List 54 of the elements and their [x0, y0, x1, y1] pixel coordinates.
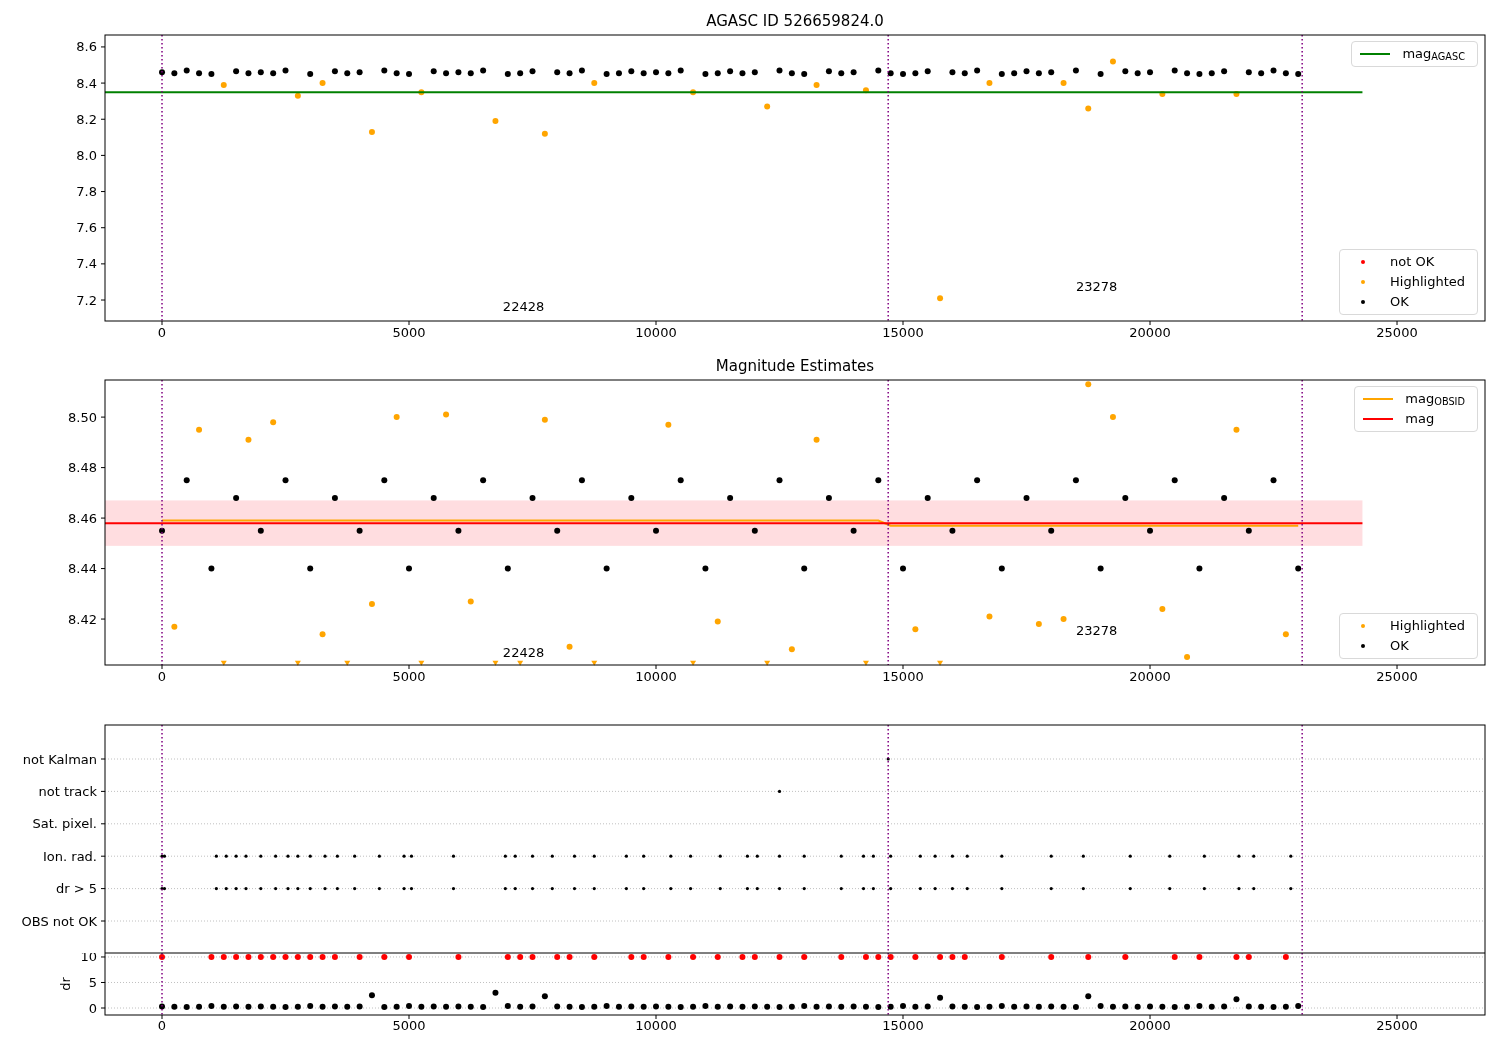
annotation-label: 22428 — [502, 298, 545, 314]
legend-label: not OK — [1390, 253, 1436, 271]
y-tick-label: 8.50 — [68, 409, 97, 425]
y-tick-label: 7.8 — [76, 184, 97, 200]
legend-label: Highlighted — [1390, 617, 1466, 635]
legend-label: mag$_{AGASC}$ — [1402, 45, 1466, 63]
row-label: Sat. pixel. — [32, 816, 97, 832]
x-tick-label: 15000 — [882, 669, 924, 684]
y-tick-label: 7.4 — [76, 256, 97, 272]
annotation-label: 23278 — [1075, 279, 1118, 294]
legend-label: mag$_{OBSID}$ — [1405, 390, 1466, 408]
legend-label: Highlighted — [1390, 273, 1466, 291]
y-tick-label: 8.48 — [68, 460, 97, 476]
row-label: not Kalman — [22, 751, 97, 767]
x-tick-label: 10000 — [635, 669, 677, 684]
y-tick-label: 8.42 — [68, 611, 97, 627]
chart-title: AGASC ID 526659824.0 — [706, 12, 884, 30]
x-tick-label: 15000 — [882, 325, 924, 340]
y-tick-label: 0 — [88, 1000, 97, 1016]
x-tick-label: 25000 — [1376, 325, 1418, 340]
x-tick-label: 20000 — [1129, 325, 1171, 340]
x-tick-label: 0 — [157, 1018, 167, 1033]
legend-label: OK — [1390, 637, 1410, 655]
row-label: OBS not OK — [21, 913, 97, 929]
row-label: dr > 5 — [55, 881, 97, 897]
legend-label: mag — [1405, 410, 1436, 428]
x-tick-label: 0 — [157, 669, 167, 684]
x-tick-label: 5000 — [392, 669, 426, 684]
y-tick-label: 8.0 — [76, 147, 97, 163]
x-tick-label: 20000 — [1129, 1018, 1171, 1033]
x-tick-label: 10000 — [635, 325, 677, 340]
legend-label: OK — [1390, 293, 1410, 311]
annotation-label: 23278 — [1075, 623, 1118, 639]
row-label: not track — [38, 783, 97, 799]
x-tick-label: 10000 — [635, 1018, 677, 1033]
y-axis-label: dr — [58, 977, 73, 991]
chart-title: Magnitude Estimates — [715, 357, 875, 375]
y-tick-label: 8.6 — [76, 39, 97, 55]
y-tick-label: 8.44 — [68, 561, 97, 577]
y-tick-label: 7.6 — [76, 220, 97, 236]
y-tick-label: 7.2 — [76, 292, 97, 308]
y-tick-label: 8.4 — [76, 75, 97, 91]
annotation-label: 22428 — [502, 644, 545, 660]
x-tick-label: 25000 — [1376, 669, 1418, 684]
row-label: Ion. rad. — [43, 848, 97, 864]
y-tick-label: 8.2 — [76, 111, 97, 127]
x-tick-label: 20000 — [1129, 669, 1171, 684]
y-tick-label: 5 — [88, 975, 97, 990]
y-tick-label: 8.46 — [68, 510, 97, 526]
x-tick-label: 5000 — [392, 1018, 426, 1033]
x-tick-label: 0 — [157, 325, 167, 340]
x-tick-label: 5000 — [392, 325, 426, 340]
x-tick-label: 25000 — [1376, 1018, 1418, 1033]
x-tick-label: 15000 — [882, 1018, 924, 1033]
